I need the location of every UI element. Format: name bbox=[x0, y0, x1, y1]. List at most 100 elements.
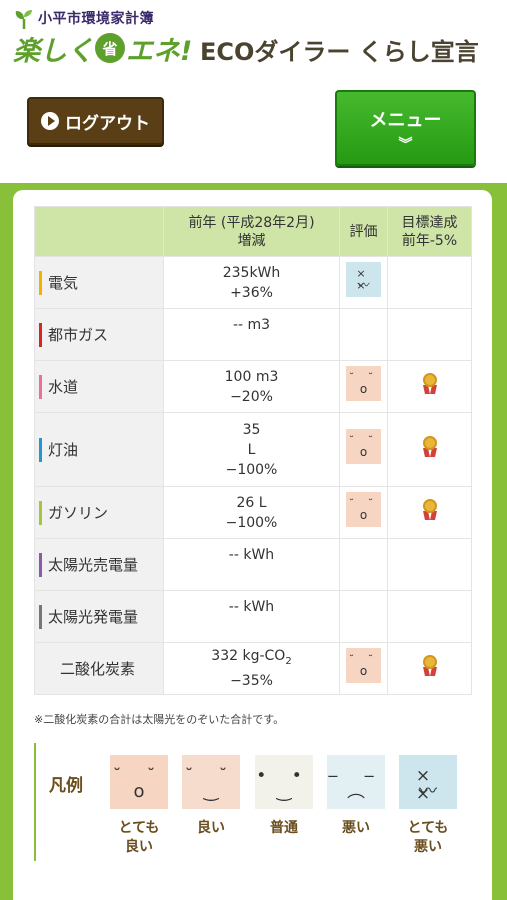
value-line2: −35% bbox=[230, 673, 273, 690]
category-label: 二酸化炭素 bbox=[60, 659, 136, 678]
goal-cell bbox=[387, 538, 472, 591]
table-row: 太陽光売電量 -- kWh bbox=[34, 538, 472, 591]
legend-item: ˘ ˘ o とても 良い bbox=[110, 755, 168, 857]
table-row: 都市ガス -- m3 bbox=[34, 308, 472, 361]
rating-cell bbox=[339, 590, 388, 643]
double-chevron-down-icon: ︾ bbox=[398, 137, 413, 153]
legend-label: 悪い bbox=[327, 819, 385, 838]
menu-button[interactable]: メニュー ︾ bbox=[335, 90, 476, 166]
value-subscript: 2 bbox=[285, 655, 292, 667]
table-row: 灯油 35 L −100% ˘ ˘ o bbox=[34, 412, 472, 487]
table-row: 二酸化炭素 332 kg-CO2 −35% ˘ ˘ o bbox=[34, 642, 472, 695]
category-color-bar bbox=[39, 374, 42, 399]
app-logo[interactable]: 楽しく 省 エネ! bbox=[13, 30, 193, 67]
goal-cell bbox=[387, 590, 472, 643]
legend-label: 普通 bbox=[255, 819, 313, 838]
logout-button[interactable]: ログアウト bbox=[27, 97, 164, 145]
table-row: 水道 100 m3 −20% ˘ ˘ o bbox=[34, 360, 472, 413]
value-line1: 26 L bbox=[236, 494, 267, 511]
category-label: 太陽光発電量 bbox=[48, 607, 139, 626]
category-cell: 太陽光売電量 bbox=[34, 538, 164, 591]
rating-face-icon: ˘ ˘ o bbox=[346, 429, 381, 464]
rating-face-icon: × × 〰 bbox=[346, 262, 381, 297]
medal-icon bbox=[421, 498, 439, 521]
change-cell: 26 L −100% bbox=[163, 486, 340, 539]
value-line1: 100 m3 bbox=[224, 368, 279, 385]
category-cell: ガソリン bbox=[34, 486, 164, 539]
value-line3: −100% bbox=[225, 461, 278, 478]
rating-face-icon: ˘ ˘ o bbox=[346, 366, 381, 401]
change-cell: -- kWh bbox=[163, 538, 340, 591]
app-header: 小平市環境家計簿 楽しく 省 エネ! ECOダイラー くらし宣言 ログアウト メ… bbox=[0, 0, 507, 190]
logo-text-2: エネ! bbox=[126, 35, 193, 67]
category-color-bar bbox=[39, 437, 42, 462]
change-cell: 332 kg-CO2 −35% bbox=[163, 642, 340, 695]
table-header-row: 前年 (平成28年2月) 増減 評価 目標達成 前年-5% bbox=[34, 206, 472, 257]
legend-label-line2: 悪い bbox=[414, 839, 442, 855]
legend-label-line1: 普通 bbox=[270, 820, 298, 836]
header-rating: 評価 bbox=[339, 206, 388, 257]
value-line2: −20% bbox=[230, 388, 273, 405]
header-goal: 目標達成 前年-5% bbox=[387, 206, 472, 257]
value-line1: 332 kg-CO bbox=[211, 647, 286, 664]
value-line1: -- kWh bbox=[228, 547, 275, 563]
table-row: ガソリン 26 L −100% ˘ ˘ o bbox=[34, 486, 472, 539]
logo-sho-badge: 省 bbox=[95, 33, 125, 63]
legend-label-line1: とても bbox=[407, 820, 449, 836]
rating-cell: ˘ ˘ o bbox=[339, 642, 388, 695]
category-cell: 灯油 bbox=[34, 412, 164, 487]
value-line1: 235kWh bbox=[222, 264, 281, 281]
medal-icon bbox=[421, 372, 439, 395]
category-cell: 二酸化炭素 bbox=[34, 642, 164, 695]
header-change: 前年 (平成28年2月) 増減 bbox=[163, 206, 340, 257]
table-row: 太陽光発電量 -- kWh bbox=[34, 590, 472, 643]
goal-cell bbox=[387, 412, 472, 487]
goal-cell bbox=[387, 642, 472, 695]
rating-cell bbox=[339, 538, 388, 591]
rating-cell: × × 〰 bbox=[339, 256, 388, 309]
category-label: 灯油 bbox=[48, 440, 79, 459]
legend-title: 凡例 bbox=[49, 776, 83, 796]
change-cell: 35 L −100% bbox=[163, 412, 340, 487]
category-label: 都市ガス bbox=[48, 325, 109, 344]
header-blank bbox=[34, 206, 164, 257]
category-cell: 都市ガス bbox=[34, 308, 164, 361]
legend-label-line1: 悪い bbox=[342, 820, 370, 836]
goal-cell bbox=[387, 360, 472, 413]
play-circle-icon bbox=[41, 112, 59, 130]
category-cell: 水道 bbox=[34, 360, 164, 413]
goal-cell bbox=[387, 486, 472, 539]
category-color-bar bbox=[39, 500, 42, 525]
category-color-bar bbox=[39, 552, 42, 577]
category-label: 電気 bbox=[48, 273, 79, 292]
change-cell: 235kWh +36% bbox=[163, 256, 340, 309]
legend-label-line1: とても bbox=[118, 820, 160, 836]
city-title: 小平市環境家計簿 bbox=[38, 11, 154, 27]
value-line1: -- m3 bbox=[232, 317, 271, 333]
goal-cell bbox=[387, 256, 472, 309]
menu-label: メニュー bbox=[369, 110, 442, 131]
legend-face-icon: ‒ ‒ ︵ bbox=[327, 755, 385, 809]
rating-face-icon: ˘ ˘ o bbox=[346, 648, 381, 683]
category-label: 太陽光売電量 bbox=[48, 555, 139, 574]
legend-label-line2: 良い bbox=[125, 839, 153, 855]
change-cell: -- kWh bbox=[163, 590, 340, 643]
value-line1: 35 bbox=[242, 421, 261, 438]
value-line2: L bbox=[247, 441, 256, 458]
category-color-bar bbox=[39, 322, 42, 347]
legend: 凡例 ˘ ˘ o とても 良い ˘ ˘ ‿ 良い • • ‿ 普通 ‒ ‒ ︵ 悪い × × 〰とても 悪い bbox=[34, 743, 471, 861]
legend-label-line1: 良い bbox=[197, 820, 225, 836]
value-line2: −100% bbox=[225, 514, 278, 531]
logout-label: ログアウト bbox=[65, 113, 150, 134]
table-row: 電気 235kWh +36% × × 〰 bbox=[34, 256, 472, 309]
logo-text-1: 楽しく bbox=[13, 35, 94, 67]
legend-item: ˘ ˘ ‿ 良い bbox=[182, 755, 240, 838]
value-line2: +36% bbox=[230, 284, 273, 301]
category-color-bar bbox=[39, 270, 42, 295]
rating-cell: ˘ ˘ o bbox=[339, 360, 388, 413]
category-label: 水道 bbox=[48, 377, 79, 396]
medal-icon bbox=[421, 435, 439, 458]
rating-cell bbox=[339, 308, 388, 361]
change-cell: -- m3 bbox=[163, 308, 340, 361]
rating-face-icon: ˘ ˘ o bbox=[346, 492, 381, 527]
